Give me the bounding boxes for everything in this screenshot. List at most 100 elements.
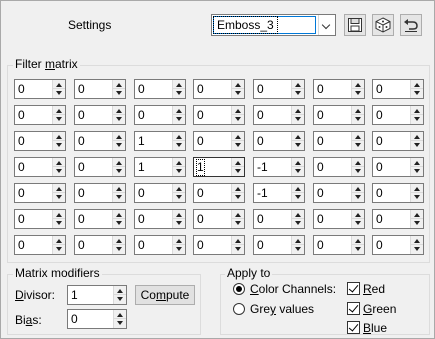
stepper-arrows[interactable] xyxy=(112,210,125,228)
stepper-arrows[interactable] xyxy=(410,158,423,176)
matrix-cell[interactable]: 0 xyxy=(134,79,186,99)
red-checkbox[interactable] xyxy=(347,282,360,295)
matrix-cell[interactable]: 0 xyxy=(134,235,186,255)
stepper-arrows[interactable] xyxy=(291,184,304,202)
stepper-arrows[interactable] xyxy=(291,106,304,124)
matrix-cell[interactable]: -1 xyxy=(253,157,305,177)
stepper-arrows[interactable] xyxy=(113,286,126,304)
divisor-stepper[interactable]: 1 xyxy=(67,285,127,305)
matrix-cell[interactable]: 0 xyxy=(193,209,245,229)
chevron-down-icon[interactable] xyxy=(318,15,335,35)
matrix-cell[interactable]: 0 xyxy=(134,209,186,229)
blue-checkbox[interactable] xyxy=(347,321,360,334)
matrix-cell[interactable]: 0 xyxy=(14,183,66,203)
stepper-arrows[interactable] xyxy=(410,132,423,150)
matrix-cell[interactable]: 0 xyxy=(74,183,126,203)
stepper-arrows[interactable] xyxy=(291,132,304,150)
matrix-cell[interactable]: 0 xyxy=(74,235,126,255)
matrix-cell[interactable]: 0 xyxy=(313,131,365,151)
stepper-arrows[interactable] xyxy=(291,80,304,98)
matrix-cell[interactable]: 0 xyxy=(134,183,186,203)
stepper-arrows[interactable] xyxy=(172,184,185,202)
matrix-cell[interactable]: 0 xyxy=(253,105,305,125)
matrix-cell[interactable]: 0 xyxy=(313,79,365,99)
stepper-arrows[interactable] xyxy=(52,106,65,124)
stepper-arrows[interactable] xyxy=(52,210,65,228)
matrix-cell[interactable]: 0 xyxy=(372,157,424,177)
stepper-arrows[interactable] xyxy=(113,310,126,328)
green-checkbox[interactable] xyxy=(347,302,360,315)
stepper-arrows[interactable] xyxy=(231,210,244,228)
stepper-arrows[interactable] xyxy=(410,210,423,228)
matrix-cell[interactable]: 0 xyxy=(74,105,126,125)
stepper-arrows[interactable] xyxy=(231,80,244,98)
matrix-cell[interactable]: 0 xyxy=(372,79,424,99)
stepper-arrows[interactable] xyxy=(351,236,364,254)
matrix-cell[interactable]: 0 xyxy=(313,105,365,125)
stepper-arrows[interactable] xyxy=(112,236,125,254)
compute-button[interactable]: Compute xyxy=(135,285,195,305)
matrix-cell[interactable]: 0 xyxy=(372,183,424,203)
matrix-cell[interactable]: 0 xyxy=(193,105,245,125)
stepper-arrows[interactable] xyxy=(112,132,125,150)
stepper-arrows[interactable] xyxy=(112,184,125,202)
stepper-arrows[interactable] xyxy=(291,236,304,254)
save-preset-button[interactable] xyxy=(344,14,366,36)
matrix-cell[interactable]: 0 xyxy=(14,105,66,125)
stepper-arrows[interactable] xyxy=(231,132,244,150)
matrix-cell[interactable]: 0 xyxy=(372,131,424,151)
stepper-arrows[interactable] xyxy=(231,106,244,124)
matrix-cell[interactable]: 0 xyxy=(253,235,305,255)
reset-button[interactable] xyxy=(400,14,422,36)
matrix-cell[interactable]: 0 xyxy=(372,235,424,255)
stepper-arrows[interactable] xyxy=(172,80,185,98)
matrix-cell[interactable]: 0 xyxy=(193,79,245,99)
stepper-arrows[interactable] xyxy=(291,210,304,228)
stepper-arrows[interactable] xyxy=(172,210,185,228)
stepper-arrows[interactable] xyxy=(351,210,364,228)
stepper-arrows[interactable] xyxy=(112,158,125,176)
matrix-cell[interactable]: -1 xyxy=(253,183,305,203)
matrix-cell[interactable]: 0 xyxy=(14,79,66,99)
stepper-arrows[interactable] xyxy=(351,106,364,124)
stepper-arrows[interactable] xyxy=(172,236,185,254)
stepper-arrows[interactable] xyxy=(231,158,244,176)
matrix-cell[interactable]: 1 xyxy=(193,157,245,177)
stepper-arrows[interactable] xyxy=(52,236,65,254)
stepper-arrows[interactable] xyxy=(52,132,65,150)
stepper-arrows[interactable] xyxy=(351,132,364,150)
matrix-cell[interactable]: 0 xyxy=(253,209,305,229)
matrix-cell[interactable]: 0 xyxy=(14,131,66,151)
matrix-cell[interactable]: 0 xyxy=(313,157,365,177)
matrix-cell[interactable]: 0 xyxy=(74,131,126,151)
matrix-cell[interactable]: 0 xyxy=(313,209,365,229)
matrix-cell[interactable]: 0 xyxy=(313,235,365,255)
stepper-arrows[interactable] xyxy=(410,80,423,98)
matrix-cell[interactable]: 0 xyxy=(253,131,305,151)
stepper-arrows[interactable] xyxy=(172,106,185,124)
stepper-arrows[interactable] xyxy=(231,184,244,202)
stepper-arrows[interactable] xyxy=(410,106,423,124)
matrix-cell[interactable]: 0 xyxy=(372,105,424,125)
matrix-cell[interactable]: 0 xyxy=(193,131,245,151)
matrix-cell[interactable]: 0 xyxy=(253,79,305,99)
matrix-cell[interactable]: 0 xyxy=(134,105,186,125)
matrix-cell[interactable]: 0 xyxy=(313,183,365,203)
stepper-arrows[interactable] xyxy=(112,80,125,98)
stepper-arrows[interactable] xyxy=(351,184,364,202)
stepper-arrows[interactable] xyxy=(291,158,304,176)
stepper-arrows[interactable] xyxy=(52,80,65,98)
stepper-arrows[interactable] xyxy=(231,236,244,254)
matrix-cell[interactable]: 0 xyxy=(74,79,126,99)
stepper-arrows[interactable] xyxy=(172,158,185,176)
bias-stepper[interactable]: 0 xyxy=(67,309,127,329)
matrix-cell[interactable]: 0 xyxy=(74,157,126,177)
color-channels-radio[interactable] xyxy=(233,283,245,295)
stepper-arrows[interactable] xyxy=(172,132,185,150)
stepper-arrows[interactable] xyxy=(112,106,125,124)
matrix-cell[interactable]: 0 xyxy=(193,183,245,203)
stepper-arrows[interactable] xyxy=(410,184,423,202)
stepper-arrows[interactable] xyxy=(52,158,65,176)
stepper-arrows[interactable] xyxy=(351,80,364,98)
matrix-cell[interactable]: 0 xyxy=(74,209,126,229)
